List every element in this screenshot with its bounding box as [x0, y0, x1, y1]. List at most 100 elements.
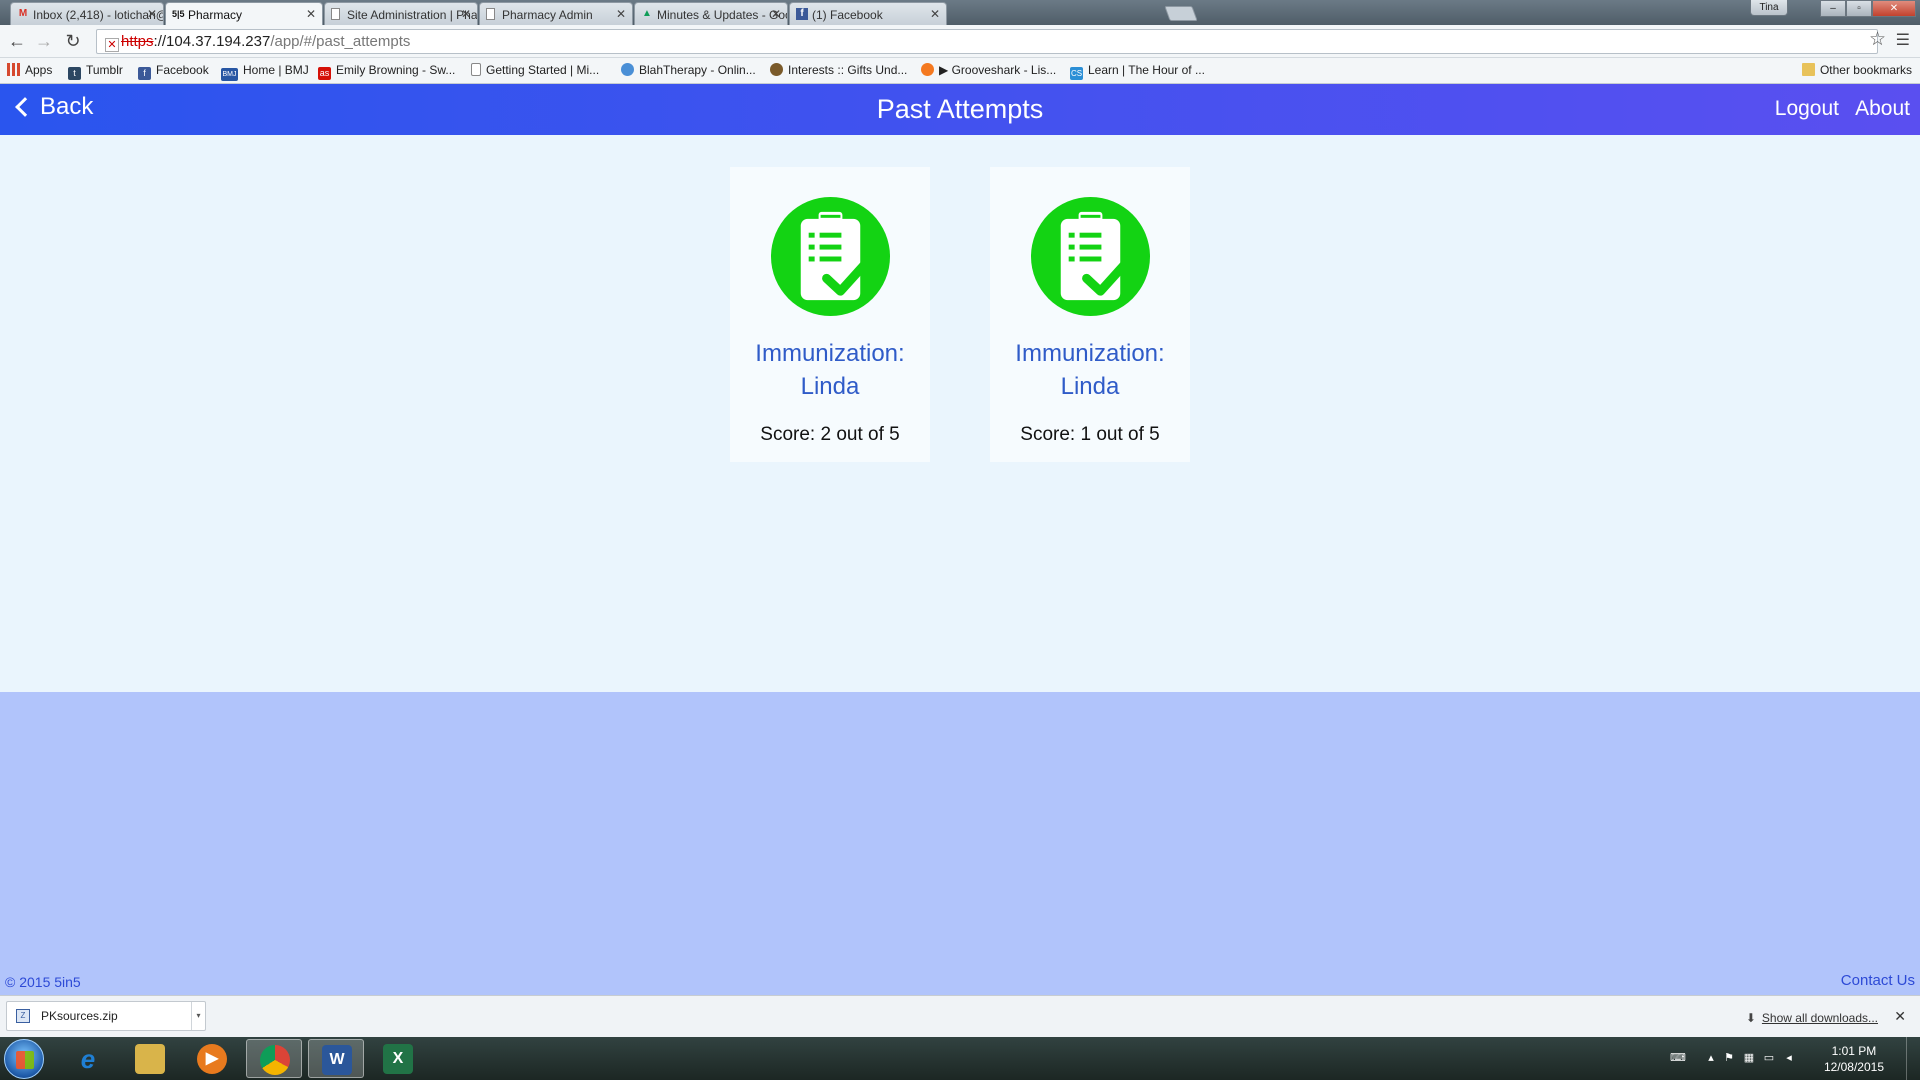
address-bar[interactable]: ✕ https://104.37.194.237/app/#/past_attem…: [96, 29, 1878, 54]
page-title: Past Attempts: [876, 94, 1044, 124]
tab-title: (1) Facebook: [812, 8, 883, 22]
file-explorer-icon: [135, 1044, 165, 1074]
close-icon[interactable]: ✕: [461, 7, 471, 21]
show-desktop-button[interactable]: [1906, 1037, 1920, 1080]
bookmark-bmj[interactable]: BMJ Home | BMJ: [221, 63, 309, 81]
word-icon: W: [322, 1045, 352, 1075]
new-tab-button[interactable]: [1164, 6, 1198, 21]
download-item[interactable]: Z PKsources.zip ▾: [6, 1001, 206, 1031]
facebook-icon: f: [796, 8, 808, 20]
app-footer: © 2015 5in5 Contact Us: [0, 692, 1920, 995]
zip-file-icon: Z: [16, 1009, 30, 1023]
attempt-card[interactable]: Immunization: Linda Score: 1 out of 5: [990, 167, 1190, 462]
clipboard-check-icon: [1031, 197, 1150, 316]
folder-icon: [1801, 63, 1815, 76]
logout-link[interactable]: Logout: [1775, 97, 1839, 121]
other-bookmarks[interactable]: Other bookmarks: [1801, 63, 1912, 77]
close-icon[interactable]: ✕: [616, 7, 626, 21]
reload-icon[interactable]: ↻: [62, 30, 84, 52]
attempt-score: Score: 1 out of 5: [1020, 424, 1160, 445]
page-icon: [331, 8, 340, 20]
taskbar-excel[interactable]: X: [370, 1039, 426, 1078]
bookmark-label: Tumblr: [86, 63, 123, 77]
forward-arrow-icon[interactable]: →: [33, 30, 55, 52]
attempt-title: Immunization: Linda: [1015, 340, 1165, 400]
user-badge[interactable]: Tina: [1750, 0, 1788, 16]
bookmark-getting-started[interactable]: Getting Started | Mi...: [471, 63, 599, 77]
excel-icon: X: [383, 1044, 413, 1074]
url-host: ://104.37.194.237: [153, 33, 271, 50]
about-link[interactable]: About: [1855, 97, 1910, 121]
cs-icon: CS: [1070, 67, 1083, 80]
back-arrow-icon[interactable]: ←: [6, 30, 28, 52]
windows-taskbar: e ▶ W X ⌨ ▴ ⚑ ▦ ▭ ◂ 1:01 PM 12/08/2015: [0, 1037, 1920, 1080]
volume-icon[interactable]: ◂: [1782, 1051, 1796, 1065]
tab-minutes-updates[interactable]: ▲ Minutes & Updates - Goo ✕: [634, 2, 788, 25]
close-icon[interactable]: ✕: [1894, 1008, 1906, 1025]
bookmark-blahtherapy[interactable]: BlahTherapy - Onlin...: [621, 63, 756, 77]
chevron-down-icon[interactable]: ▾: [191, 1002, 205, 1030]
show-hidden-icons-icon[interactable]: ▴: [1704, 1051, 1718, 1065]
tab-title: Pharmacy: [188, 8, 243, 22]
hamburger-menu-icon[interactable]: ☰: [1896, 30, 1910, 50]
close-icon[interactable]: ✕: [306, 7, 316, 21]
windows-update-icon[interactable]: ▦: [1742, 1051, 1756, 1065]
media-player-icon: ▶: [197, 1044, 227, 1074]
page-icon: [486, 8, 495, 20]
bookmark-apps[interactable]: Apps: [7, 63, 52, 77]
insecure-lock-icon[interactable]: ✕: [105, 38, 119, 52]
clock-date: 12/08/2015: [1823, 1060, 1884, 1074]
bookmark-emily-browning[interactable]: as Emily Browning - Sw...: [318, 63, 455, 80]
gifts-icon: [770, 63, 783, 76]
close-icon[interactable]: ✕: [771, 7, 781, 21]
maximize-icon[interactable]: ▫: [1846, 0, 1872, 17]
clock[interactable]: 1:01 PM 12/08/2015: [1824, 1043, 1884, 1075]
download-shelf: Z PKsources.zip ▾ ⬇ Show all downloads...…: [0, 995, 1920, 1037]
page-icon: [471, 63, 481, 76]
show-all-downloads-link[interactable]: ⬇ Show all downloads...: [1746, 1011, 1878, 1025]
close-window-icon[interactable]: ✕: [1872, 0, 1916, 17]
bookmark-star-icon[interactable]: ☆: [1869, 28, 1886, 51]
action-center-flag-icon[interactable]: ⚑: [1722, 1051, 1736, 1065]
start-button[interactable]: [4, 1039, 44, 1079]
close-icon[interactable]: ✕: [147, 7, 157, 21]
bookmark-label: Apps: [25, 63, 53, 77]
bookmark-label: BlahTherapy - Onlin...: [639, 63, 756, 77]
other-bookmarks-label: Other bookmarks: [1819, 63, 1912, 77]
bookmark-hour-of-code[interactable]: CS Learn | The Hour of ...: [1070, 63, 1205, 80]
minimize-icon[interactable]: –: [1820, 0, 1846, 17]
system-tray: ⌨ ▴ ⚑ ▦ ▭ ◂ 1:01 PM 12/08/2015: [1670, 1037, 1920, 1080]
bookmark-grooveshark[interactable]: ▶ Grooveshark - Lis...: [921, 63, 1056, 77]
bookmark-interests-gifts[interactable]: Interests :: Gifts Und...: [770, 63, 907, 77]
show-all-label: Show all downloads...: [1761, 1011, 1878, 1025]
taskbar-chrome[interactable]: [246, 1039, 302, 1078]
window-controls: – ▫ ✕: [1820, 0, 1916, 17]
bookmark-label: Home | BMJ: [243, 63, 309, 77]
tab-gmail[interactable]: M Inbox (2,418) - lotichan@ ✕: [10, 2, 164, 25]
5in5-icon: 5|5: [172, 9, 185, 19]
tab-pharmacy-admin[interactable]: Pharmacy Admin ✕: [479, 2, 633, 25]
bookmark-label: Getting Started | Mi...: [486, 63, 600, 77]
taskbar-explorer[interactable]: [122, 1039, 178, 1078]
bookmark-label: ▶ Grooveshark - Lis...: [939, 63, 1057, 77]
tab-pharmacy[interactable]: 5|5 Pharmacy ✕: [165, 2, 323, 25]
screen: M Inbox (2,418) - lotichan@ ✕ 5|5 Pharma…: [0, 0, 1920, 1080]
tumblr-icon: t: [68, 67, 81, 80]
clock-time: 1:01 PM: [1831, 1044, 1877, 1058]
bookmark-tumblr[interactable]: t Tumblr: [68, 63, 123, 80]
tab-site-administration[interactable]: Site Administration | Phar ✕: [324, 2, 478, 25]
gmail-icon: M: [18, 8, 28, 19]
network-icon[interactable]: ▭: [1762, 1051, 1776, 1065]
attempt-card[interactable]: Immunization: Linda Score: 2 out of 5: [730, 167, 930, 462]
taskbar-word[interactable]: W: [308, 1039, 364, 1078]
bookmark-facebook[interactable]: f Facebook: [138, 63, 209, 80]
bookmarks-bar: Apps t Tumblr f Facebook BMJ Home | BMJ as E…: [0, 58, 1920, 84]
main-content: Immunization: Linda Score: 2 out of 5 Im…: [0, 135, 1920, 692]
keyboard-icon[interactable]: ⌨: [1670, 1051, 1686, 1065]
taskbar-ie[interactable]: e: [60, 1039, 116, 1078]
contact-us-link[interactable]: Contact Us: [1841, 972, 1915, 989]
taskbar-media-player[interactable]: ▶: [184, 1039, 240, 1078]
tab-facebook[interactable]: f (1) Facebook ✕: [789, 2, 947, 25]
browser-tab-strip: M Inbox (2,418) - lotichan@ ✕ 5|5 Pharma…: [0, 0, 1920, 25]
close-icon[interactable]: ✕: [930, 7, 940, 21]
